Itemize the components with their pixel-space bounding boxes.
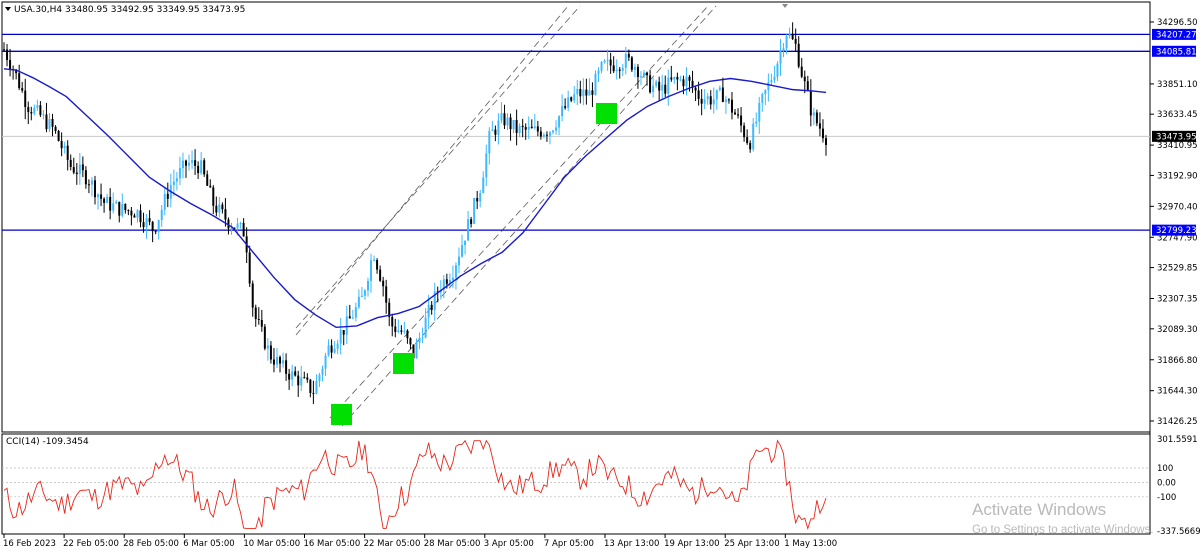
- signal-box[interactable]: [596, 103, 617, 124]
- price-level-tag-text: 34207.27: [1156, 30, 1197, 40]
- price-level-tag: 33473.95: [1152, 130, 1197, 142]
- price-tick-label: 32089.30: [1157, 325, 1198, 335]
- time-tick-label: 3 Apr 05:00: [484, 539, 534, 549]
- time-tick-label: 28 Mar 05:00: [424, 539, 481, 549]
- price-tick-label: 33192.90: [1157, 171, 1198, 181]
- price-level-tag-text: 34085.81: [1156, 47, 1197, 57]
- price-tick-label: 31644.30: [1157, 387, 1198, 397]
- price-tick-label: 33851.10: [1157, 80, 1198, 90]
- cci-axis: 301.5591 100 0.00 -100 -337.5669: [1157, 435, 1200, 537]
- price-tick-label: 33633.45: [1157, 110, 1198, 120]
- symbol-header: USA.30,H4 33480.95 33492.95 33349.95 334…: [14, 5, 245, 15]
- candle: [630, 55, 633, 73]
- signal-box[interactable]: [331, 404, 352, 425]
- cci-tick-label: 100: [1157, 464, 1173, 474]
- price-tick-label: 33410.95: [1157, 141, 1198, 151]
- time-tick-label: 19 Apr 13:00: [664, 539, 719, 549]
- price-level-tag: 32799.23: [1152, 224, 1197, 236]
- time-axis: 16 Feb 2023 22 Feb 05:00 28 Feb 05:00 6 Mar…: [3, 534, 837, 549]
- activate-windows-watermark: Activate Windows Go to Settings to activ…: [972, 500, 1154, 536]
- price-tick-label: 32307.35: [1157, 295, 1198, 305]
- time-tick-label: 16 Mar 05:00: [304, 539, 361, 549]
- time-tick-label: 7 Apr 05:00: [544, 539, 594, 549]
- candle: [263, 323, 266, 351]
- cci-tick-label: -100: [1157, 493, 1176, 503]
- price-level-tag: 34085.81: [1152, 45, 1197, 57]
- watermark-subtitle: Go to Settings to activate Windows.: [972, 524, 1154, 536]
- price-panel[interactable]: [1, 1, 1151, 433]
- chart-window[interactable]: 34296.50 33851.10 33633.45 33410.95 33192.90…: [0, 0, 1200, 553]
- price-tick-label: 31426.25: [1157, 417, 1198, 427]
- time-tick-label: 22 Mar 05:00: [364, 539, 421, 549]
- signal-box[interactable]: [393, 353, 414, 374]
- cci-tick-label: 0.00: [1157, 478, 1176, 488]
- candle: [203, 158, 206, 177]
- price-level-tag-text: 32799.23: [1156, 226, 1197, 236]
- time-tick-label: 6 Mar 05:00: [183, 539, 234, 549]
- watermark-title: Activate Windows: [972, 500, 1107, 519]
- time-tick-label: 25 Apr 13:00: [724, 539, 779, 549]
- price-tick-label: 31866.80: [1157, 356, 1198, 366]
- cci-label: CCI(14) -109.3454: [6, 437, 89, 447]
- price-level-tag: 34207.27: [1152, 28, 1197, 40]
- candle: [594, 70, 597, 96]
- cci-tick-label: -337.5669: [1157, 527, 1200, 537]
- time-tick-label: 13 Apr 13:00: [604, 539, 659, 549]
- time-tick-label: 10 Mar 05:00: [243, 539, 300, 549]
- price-tick-label: 32529.85: [1157, 264, 1198, 274]
- price-tick-label: 32970.40: [1157, 202, 1198, 212]
- time-tick-label: 1 May 13:00: [784, 539, 837, 549]
- candle: [57, 129, 60, 142]
- price-tick-label: 34296.50: [1157, 18, 1198, 28]
- time-tick-label: 22 Feb 05:00: [63, 539, 119, 549]
- time-tick-label: 28 Feb 05:00: [123, 539, 179, 549]
- time-tick-label: 16 Feb 2023: [3, 539, 56, 549]
- price-level-tag-text: 33473.95: [1156, 132, 1197, 142]
- cci-tick-label: 301.5591: [1157, 435, 1198, 445]
- price-axis: 34296.50 33851.10 33633.45 33410.95 33192.90…: [1150, 18, 1198, 427]
- candle: [473, 197, 476, 225]
